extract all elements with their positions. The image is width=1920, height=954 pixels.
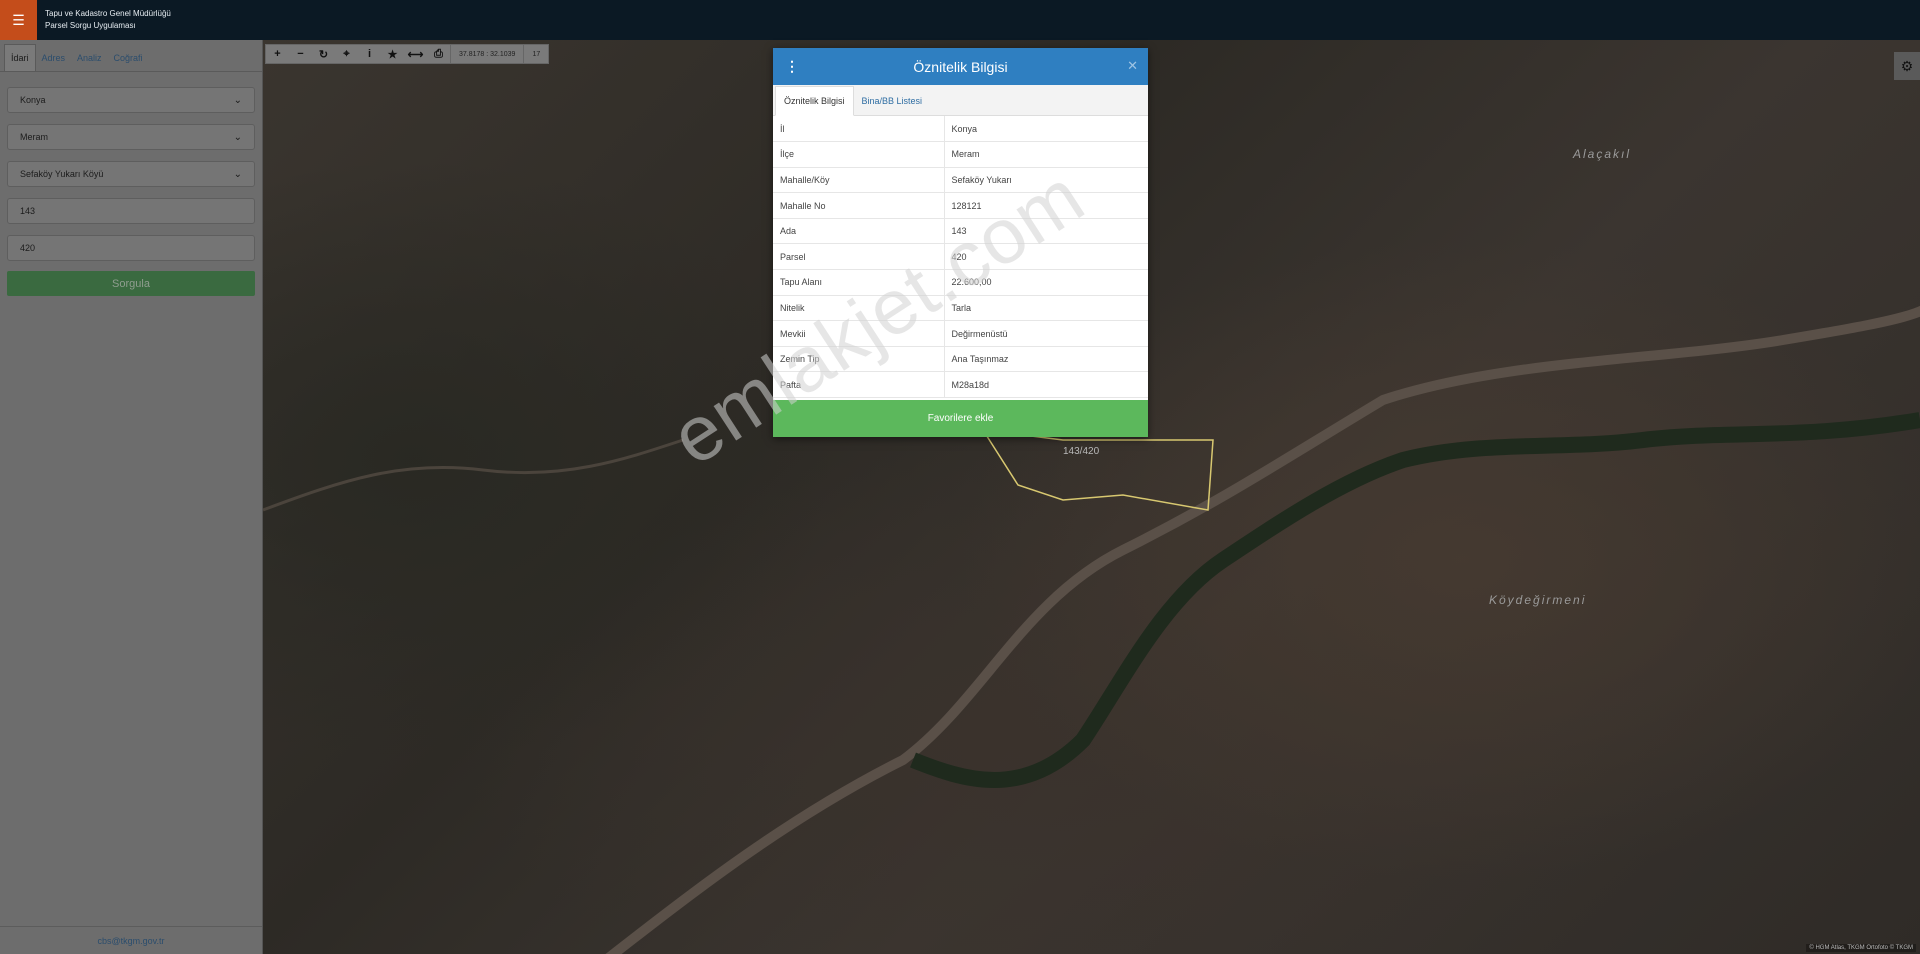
- add-favorite-button[interactable]: Favorilere ekle: [773, 400, 1148, 437]
- parcel-value: 420: [20, 243, 36, 253]
- attr-value: Ana Taşınmaz: [944, 346, 1148, 373]
- crosshair-icon: ⌖: [343, 47, 350, 60]
- top-header: ☰ Tapu ve Kadastro Genel Müdürlüğü Parse…: [0, 0, 1920, 40]
- sidebar-footer: cbs@tkgm.gov.tr: [0, 926, 262, 954]
- hamburger-icon: ☰: [12, 11, 25, 28]
- zoom-level: 17: [523, 44, 548, 64]
- place-label-alacakil: Alaçakıl: [1573, 147, 1632, 161]
- tab-adres[interactable]: Adres: [36, 45, 72, 71]
- district-value: Meram: [20, 132, 49, 142]
- attr-value: Değirmenüstü: [944, 320, 1148, 347]
- star-icon: ★: [387, 48, 398, 61]
- tab-idari[interactable]: İdari: [4, 44, 36, 71]
- app-name: Parsel Sorgu Uygulaması: [45, 21, 136, 30]
- dialog-tabs: Öznitelik Bilgisi Bina/BB Listesi: [773, 85, 1148, 116]
- gear-icon: ⚙: [1900, 57, 1914, 74]
- hamburger-menu-button[interactable]: ☰: [0, 0, 37, 40]
- neighborhood-select[interactable]: Sefaköy Yukarı Köyü ⌄: [7, 161, 255, 187]
- district-select[interactable]: Meram ⌄: [7, 124, 255, 150]
- chevron-down-icon: ⌄: [233, 131, 242, 143]
- measure-icon: ⟷: [407, 48, 424, 61]
- print-icon: ⎙: [434, 47, 443, 60]
- org-name: Tapu ve Kadastro Genel Müdürlüğü: [45, 9, 171, 18]
- table-row: Mahalle/Köy Sefaköy Yukarı: [773, 167, 1148, 194]
- favorite-button[interactable]: ★: [381, 44, 404, 64]
- map-attribution: © HGM Atlas, TKGM Ortofoto © TKGM: [1806, 944, 1916, 952]
- attr-value: M28a18d: [944, 371, 1148, 399]
- attr-key: İl: [773, 116, 945, 143]
- map-river: [910, 412, 1920, 788]
- place-label-koydegirmeni: Köydeğirmeni: [1489, 593, 1587, 607]
- info-button[interactable]: i: [358, 44, 381, 64]
- app-brand: Tapu ve Kadastro Genel Müdürlüğü Parsel …: [45, 8, 171, 32]
- attr-value: Konya: [944, 116, 1148, 143]
- query-button[interactable]: Sorgula: [7, 271, 255, 296]
- province-value: Konya: [20, 95, 46, 105]
- attr-key: Mahalle/Köy: [773, 167, 945, 194]
- zoom-out-button[interactable]: −: [289, 44, 312, 64]
- province-select[interactable]: Konya ⌄: [7, 87, 255, 113]
- attr-key: İlçe: [773, 141, 945, 168]
- block-value: 143: [20, 206, 36, 216]
- dialog-header: ⋮ Öznitelik Bilgisi ✕: [773, 48, 1148, 85]
- kebab-menu-icon[interactable]: ⋮: [785, 58, 799, 75]
- tab-building-list[interactable]: Bina/BB Listesi: [854, 87, 931, 115]
- neighborhood-value: Sefaköy Yukarı Köyü: [20, 169, 104, 179]
- close-icon[interactable]: ✕: [1127, 58, 1138, 74]
- tab-analiz[interactable]: Analiz: [71, 45, 108, 71]
- tab-cografi[interactable]: Coğrafi: [108, 45, 149, 71]
- coordinate-readout: 37.8178 : 32.1039: [450, 44, 523, 64]
- refresh-icon: ↻: [318, 48, 329, 61]
- table-row: İlçe Meram: [773, 141, 1148, 168]
- parcel-label: 143/420: [1063, 446, 1100, 457]
- chevron-down-icon: ⌄: [233, 94, 242, 106]
- attr-key: Mahalle No: [773, 192, 945, 219]
- table-row: İl Konya: [773, 116, 1148, 143]
- minus-icon: −: [297, 48, 304, 60]
- tab-attribute-info[interactable]: Öznitelik Bilgisi: [775, 86, 854, 116]
- plus-icon: +: [274, 48, 281, 60]
- dialog-title: Öznitelik Bilgisi: [913, 58, 1008, 75]
- info-icon: i: [367, 48, 372, 60]
- zoom-in-button[interactable]: +: [266, 44, 289, 64]
- block-input[interactable]: 143: [7, 198, 255, 224]
- map-toolbar: + − ↻ ⌖ i ★ ⟷ ⎙ 37.8178 : 32.1039 17: [265, 44, 550, 64]
- sidebar-tabs: İdari Adres Analiz Coğrafi: [0, 40, 262, 72]
- chevron-down-icon: ⌄: [233, 168, 242, 180]
- settings-button[interactable]: ⚙: [1894, 52, 1920, 80]
- measure-button[interactable]: ⟷: [404, 44, 427, 64]
- map-track: [263, 438, 684, 512]
- print-button[interactable]: ⎙: [427, 44, 450, 64]
- parcel-outline[interactable]: [981, 429, 1214, 511]
- contact-email-link[interactable]: cbs@tkgm.gov.tr: [98, 936, 165, 946]
- parcel-input[interactable]: 420: [7, 235, 255, 261]
- sidebar: İdari Adres Analiz Coğrafi Konya ⌄ Meram…: [0, 40, 263, 954]
- locate-button[interactable]: ⌖: [335, 44, 358, 64]
- refresh-button[interactable]: ↻: [312, 44, 335, 64]
